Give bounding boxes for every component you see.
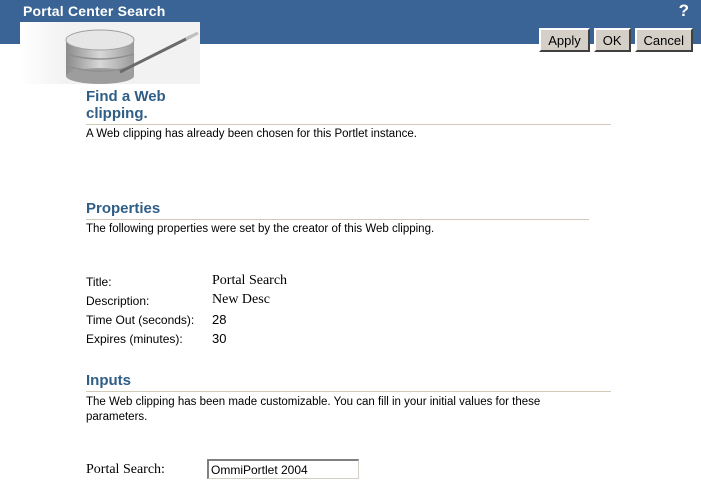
find-title-line2: clipping. (86, 105, 148, 122)
portal-search-input[interactable] (207, 459, 359, 479)
property-value-description: New Desc (212, 292, 270, 307)
ok-button[interactable]: OK (593, 28, 631, 52)
find-web-clipping-title: Find a Web clipping. (86, 88, 166, 122)
property-label-title: Title: (86, 275, 112, 289)
properties-divider (86, 219, 589, 220)
inputs-description: The Web clipping has been made customiza… (86, 395, 540, 425)
database-search-icon (20, 22, 200, 84)
property-value-timeout: 28 (212, 312, 227, 327)
inputs-description-line2: parameters. (86, 411, 148, 423)
property-label-description: Description: (86, 294, 150, 308)
property-label-timeout: Time Out (seconds): (86, 313, 195, 327)
find-divider (86, 124, 611, 125)
help-button[interactable]: ? (679, 1, 689, 21)
find-title-line1: Find a Web (86, 88, 166, 105)
inputs-title: Inputs (86, 372, 131, 389)
portal-center-search-page: Portal Center Search ? Apply OK Cancel F… (0, 0, 701, 484)
window-title: Portal Center Search (23, 3, 166, 19)
title-bar: Portal Center Search ? (0, 0, 701, 22)
property-value-expires: 30 (212, 331, 227, 346)
inputs-divider (86, 391, 611, 392)
property-label-expires: Expires (minutes): (86, 332, 183, 346)
action-buttons: Apply OK Cancel (539, 28, 693, 52)
property-value-title: Portal Search (212, 273, 288, 288)
find-description: A Web clipping has already been chosen f… (86, 128, 417, 140)
properties-description: The following properties were set by the… (86, 223, 435, 235)
cancel-button[interactable]: Cancel (634, 28, 693, 52)
portal-search-label: Portal Search: (86, 462, 165, 477)
inputs-description-line1: The Web clipping has been made customiza… (86, 396, 541, 408)
apply-button[interactable]: Apply (539, 28, 590, 52)
properties-title: Properties (86, 200, 161, 217)
